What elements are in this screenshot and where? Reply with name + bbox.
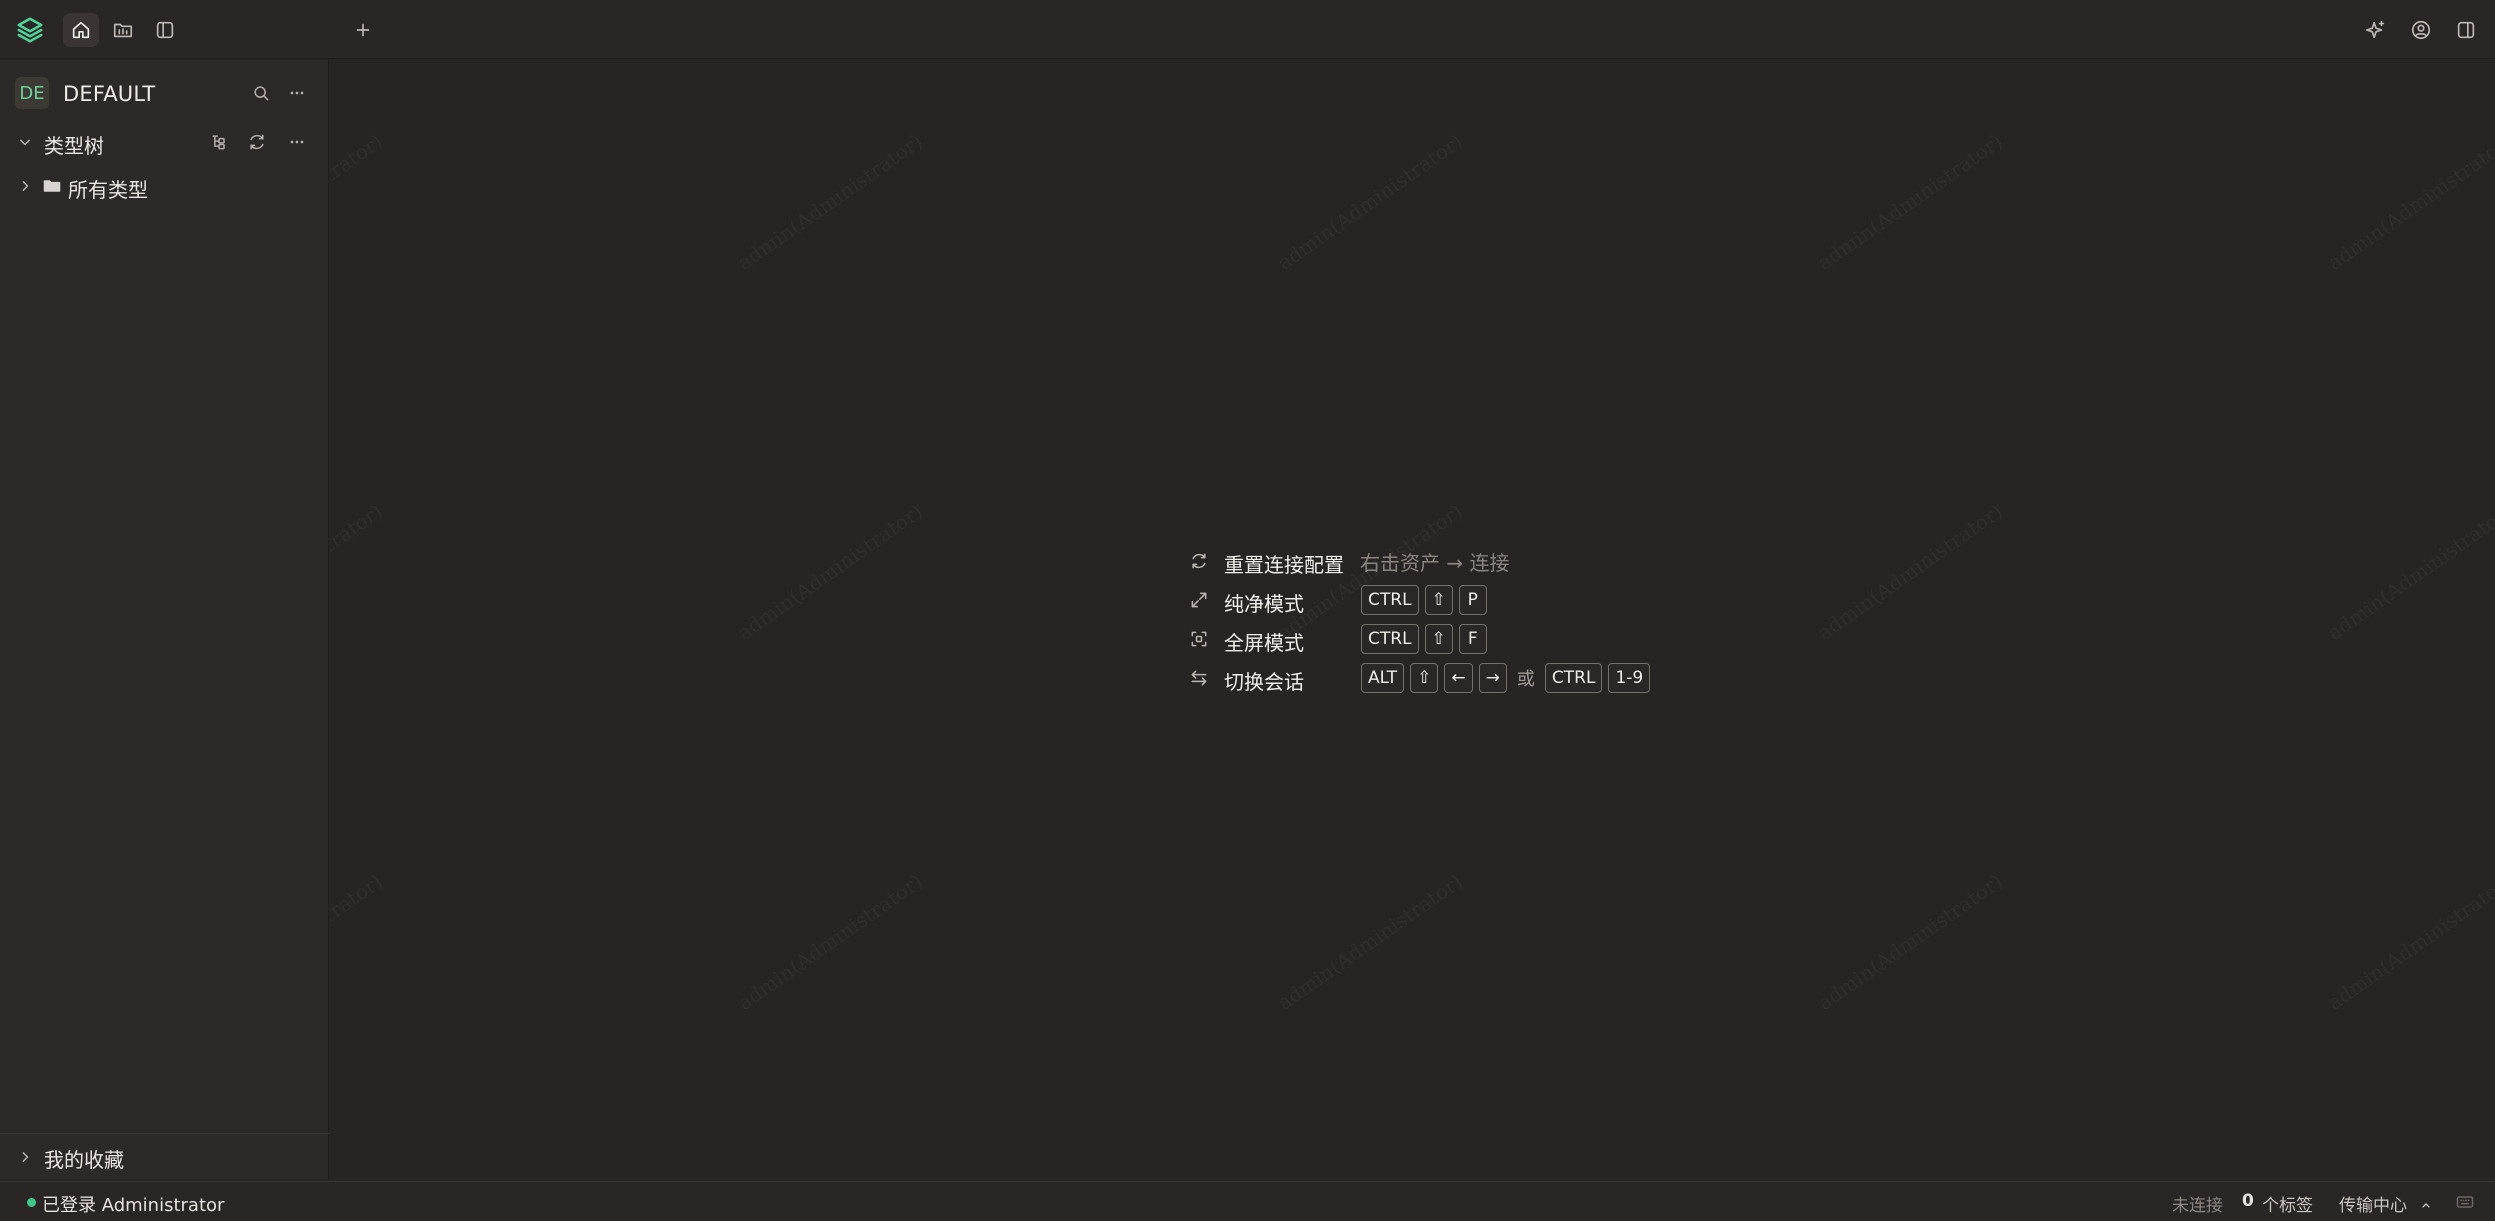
shortcut-label: 全屏模式 (1224, 631, 1304, 655)
watermark: admin(Administrator) (1813, 869, 2007, 1015)
workspace-header[interactable]: DE DEFAULT (0, 70, 329, 116)
refresh-tree-button[interactable] (242, 127, 272, 157)
watermark: admin(Administrator) (2323, 499, 2495, 645)
key-cap: 1-9 (1608, 663, 1651, 693)
shortcut-label: 纯净模式 (1224, 592, 1304, 616)
or-separator: 或 (1516, 669, 1535, 690)
tree-structure-icon (212, 135, 225, 150)
tree-more-button[interactable] (282, 127, 312, 157)
folder-icon (37, 171, 67, 201)
chevron-up-icon (2422, 1203, 2431, 1208)
tree-structure-button[interactable] (204, 127, 234, 157)
plus-icon (356, 23, 370, 37)
shortcut-hint: 右击资产 → 连接 (1360, 550, 1510, 575)
watermark: admin(Administrator) (330, 869, 387, 1015)
tree-item-all-types[interactable]: 所有类型 (0, 168, 329, 204)
key-cap: CTRL (1361, 624, 1419, 654)
search-icon (254, 86, 269, 101)
watermark: admin(Administrator) (733, 869, 927, 1015)
watermark: admin(Administrator) (733, 129, 927, 275)
shortcut-reset-connection: 重置连接配置 右击资产 → 连接 (1187, 544, 1787, 578)
shortcut-label: 重置连接配置 (1224, 553, 1344, 577)
keyboard-icon (2456, 1196, 2474, 1208)
key-cap: → (1478, 663, 1507, 693)
toggle-right-panel-button[interactable] (2448, 13, 2484, 47)
search-button[interactable] (246, 78, 276, 108)
more-horizontal-icon (290, 91, 304, 95)
shortcut-fullscreen: 全屏模式 CTRL ⇧ F (1187, 622, 1787, 656)
watermark: admin(Administrator) (733, 499, 927, 645)
new-tab-button[interactable] (345, 13, 381, 47)
refresh-icon (1187, 549, 1211, 573)
connection-status: 未连接 (2172, 1196, 2223, 1216)
type-tree-title: 类型树 (44, 134, 104, 158)
key-cap: ← (1444, 663, 1473, 693)
key-cap: P (1458, 585, 1487, 615)
ai-assistant-button[interactable] (2358, 13, 2394, 47)
tree-item-label[interactable]: 所有类型 (68, 174, 148, 203)
more-horizontal-icon (290, 140, 304, 144)
tag-count: 0 (2242, 1191, 2254, 1211)
shortcut-switch-session: 切换会话 ALT ⇧ ← → 或 CTRL 1-9 (1187, 661, 1787, 695)
user-circle-icon (2411, 20, 2431, 40)
watermark: admin(Administrator) (330, 499, 387, 645)
collapse-tree-button[interactable] (10, 127, 40, 157)
home-icon (72, 21, 90, 39)
expand-favorites-button[interactable] (10, 1142, 40, 1172)
chevron-right-icon (22, 181, 29, 191)
watermark: admin(Administrator) (1273, 129, 1467, 275)
transfer-center-label: 传输中心 (2339, 1196, 2407, 1216)
keyboard-button[interactable] (2450, 1187, 2480, 1217)
status-bar: 已登录 Administrator 未连接 0 个标签 传输中心 (0, 1181, 2495, 1221)
switch-icon (1187, 666, 1211, 690)
online-status-dot (27, 1198, 36, 1207)
user-account-button[interactable] (2403, 13, 2439, 47)
panel-right-icon (2457, 21, 2475, 39)
transfer-center-button[interactable]: 传输中心 (2339, 1191, 2434, 1216)
chevron-right-icon (22, 1152, 29, 1162)
login-status[interactable]: 已登录 Administrator (42, 1191, 224, 1217)
fullscreen-icon (1187, 627, 1211, 651)
folder-icon (113, 23, 133, 38)
toggle-sidebar-button[interactable] (147, 13, 183, 47)
asset-tab-button[interactable] (105, 13, 141, 47)
key-cap: ⇧ (1424, 585, 1453, 615)
watermark: admin(Administrator) (2323, 869, 2495, 1015)
watermark: admin(Administrator) (1273, 869, 1467, 1015)
workspace-more-button[interactable] (282, 78, 312, 108)
key-cap: CTRL (1544, 663, 1603, 693)
workspace-avatar[interactable]: DE (15, 77, 49, 109)
refresh-icon (250, 134, 264, 150)
main-content: admin(Administrator) admin(Administrator… (330, 60, 2495, 1180)
key-cap: ⇧ (1424, 624, 1453, 654)
home-tab-button[interactable] (63, 13, 99, 47)
shortcut-label: 切换会话 (1224, 670, 1304, 694)
key-cap: CTRL (1361, 585, 1419, 615)
watermark: admin(Administrator) (330, 129, 387, 275)
type-tree-header[interactable]: 类型树 (0, 124, 329, 160)
app-window: DE DEFAULT 类型树 所有类型 我的收藏 重置连接配置 右击资产 → 连… (0, 0, 2495, 1221)
tag-label[interactable]: 个标签 (2262, 1191, 2313, 1216)
chevron-down-icon (20, 139, 30, 146)
top-bar (0, 0, 2495, 59)
workspace-name[interactable]: DEFAULT (63, 82, 155, 106)
key-cap: F (1458, 624, 1487, 654)
watermark: admin(Administrator) (1813, 129, 2007, 275)
sparkle-icon (2366, 20, 2385, 39)
expand-icon (1187, 588, 1211, 612)
sidebar: DE DEFAULT 类型树 所有类型 我的收藏 (0, 60, 329, 1180)
favorites-label: 我的收藏 (44, 1148, 124, 1172)
favorites-section[interactable]: 我的收藏 (0, 1133, 329, 1180)
watermark: admin(Administrator) (1813, 499, 2007, 645)
shortcut-clean-mode: 纯净模式 CTRL ⇧ P (1187, 583, 1787, 617)
watermark: admin(Administrator) (2323, 129, 2495, 275)
sidebar-layout-icon (156, 21, 174, 39)
key-cap: ⇧ (1410, 663, 1439, 693)
expand-node-button[interactable] (10, 171, 40, 201)
key-cap: ALT (1361, 663, 1405, 693)
app-logo-icon[interactable] (12, 13, 48, 47)
